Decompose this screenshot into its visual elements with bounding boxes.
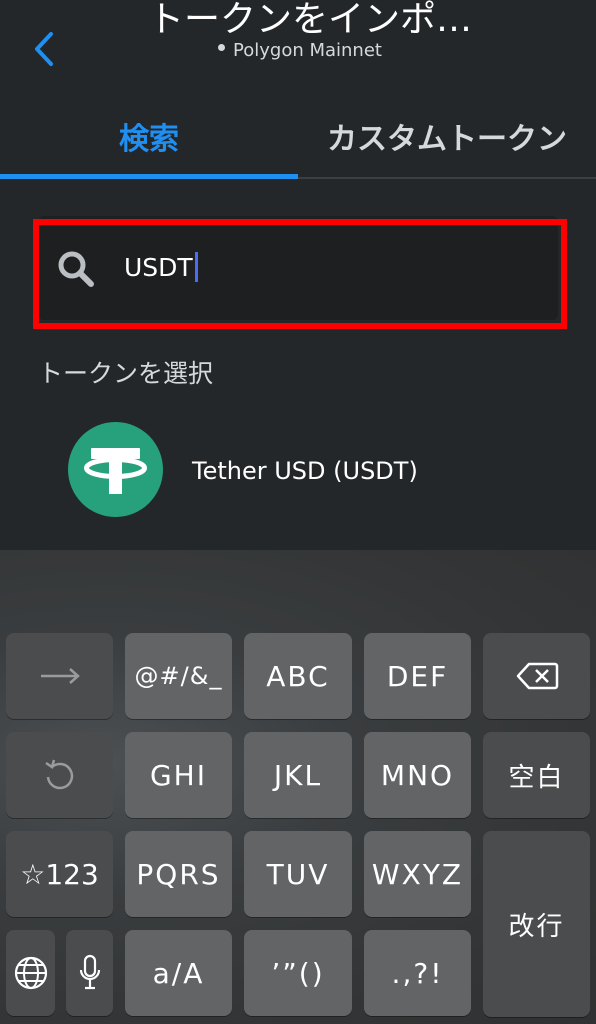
key-ghi[interactable]: GHI: [125, 732, 232, 818]
tab-custom-token[interactable]: カスタムトークン: [298, 95, 596, 177]
key-backspace[interactable]: [483, 633, 590, 719]
back-button[interactable]: [20, 24, 68, 74]
key-return[interactable]: 改行: [483, 831, 590, 1017]
tether-icon: [68, 422, 163, 517]
token-name: Tether USD (USDT): [192, 457, 418, 485]
key-globe[interactable]: [6, 930, 55, 1016]
key-symbols[interactable]: @#/&_: [125, 633, 232, 719]
text-caret: [194, 252, 198, 282]
tab-custom-token-label: カスタムトークン: [327, 122, 567, 157]
search-input[interactable]: [38, 216, 558, 320]
network-indicator[interactable]: Polygon Mainnet: [150, 40, 450, 62]
key-jkl[interactable]: JKL: [244, 732, 352, 818]
tab-bar: 検索 カスタムトークン: [0, 95, 596, 179]
key-punctuation[interactable]: .,?!: [364, 930, 471, 1016]
arrow-right-icon: [40, 668, 80, 684]
key-wxyz[interactable]: WXYZ: [364, 831, 471, 917]
key-next[interactable]: [6, 633, 113, 719]
search-icon: [58, 251, 94, 287]
tab-search[interactable]: 検索: [0, 95, 298, 179]
globe-icon: [14, 956, 47, 990]
key-microphone[interactable]: [66, 930, 113, 1016]
undo-icon: [44, 759, 73, 790]
token-list-item[interactable]: Tether USD (USDT): [0, 415, 596, 525]
network-name: Polygon Mainnet: [233, 40, 382, 61]
token-import-screen: トークンをインポ… Polygon Mainnet 検索 カスタムトークン US…: [0, 0, 596, 1024]
key-space[interactable]: 空白: [483, 732, 590, 818]
key-pqrs[interactable]: PQRS: [125, 831, 232, 917]
results-heading: トークンを選択: [38, 359, 214, 388]
key-numbers[interactable]: ☆123: [6, 831, 113, 917]
key-case[interactable]: a/A: [125, 930, 232, 1016]
network-status-dot: [218, 43, 226, 51]
backspace-icon: [516, 662, 558, 690]
key-def[interactable]: DEF: [364, 633, 471, 719]
key-mno[interactable]: MNO: [364, 732, 471, 818]
key-undo[interactable]: [6, 732, 113, 818]
active-tab-indicator: [0, 174, 298, 179]
header: トークンをインポ… Polygon Mainnet: [0, 0, 596, 95]
page-title: トークンをインポ…: [147, 0, 472, 40]
key-quotes[interactable]: ’”(): [244, 930, 352, 1016]
mic-icon: [79, 954, 100, 990]
keyboard: @#/&_ ABC DEF GHI JKL MNO 空白 ☆123 PQRS T…: [0, 550, 596, 1024]
key-abc[interactable]: ABC: [244, 633, 352, 719]
chevron-left-icon: [35, 32, 53, 66]
key-tuv[interactable]: TUV: [244, 831, 352, 917]
search-input-value: USDT: [124, 252, 198, 284]
tab-search-label: 検索: [119, 122, 179, 157]
